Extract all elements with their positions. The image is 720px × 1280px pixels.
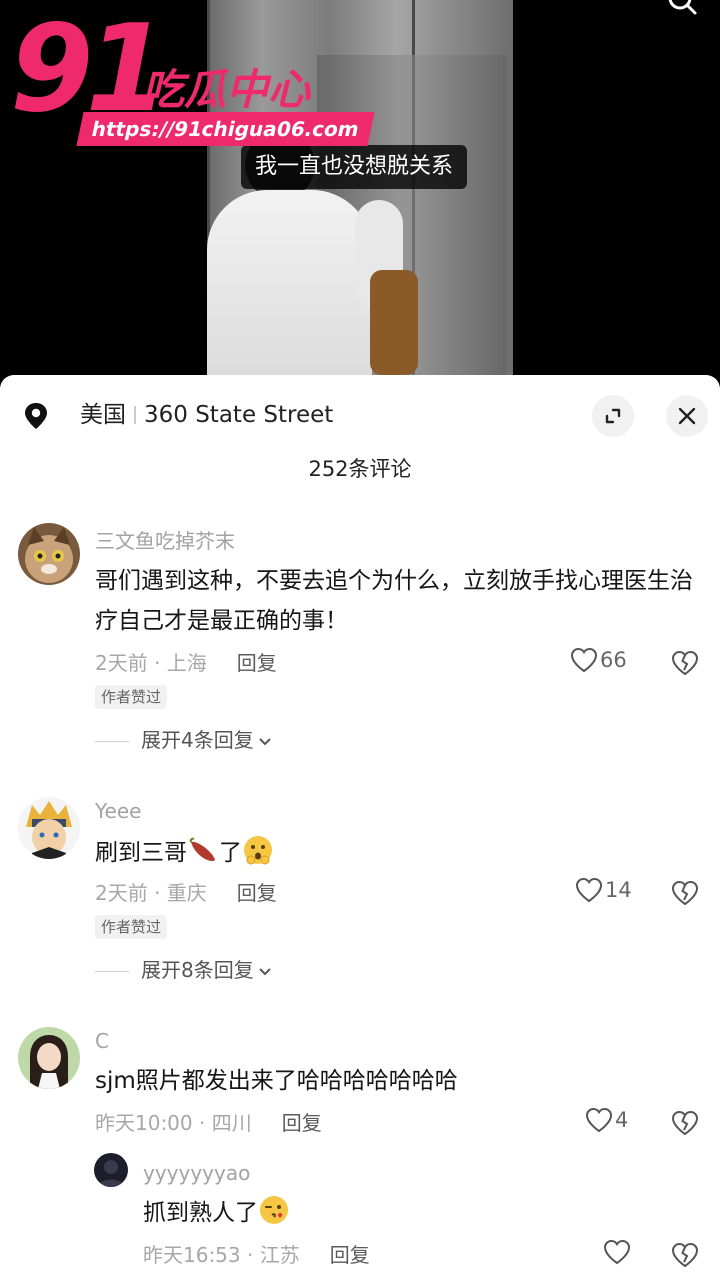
search-icon[interactable]: [668, 0, 698, 18]
anime-avatar-icon: [18, 797, 80, 859]
like-button[interactable]: 66: [570, 647, 627, 679]
comment-text: sjm照片都发出来了哈哈哈哈哈哈哈: [95, 1068, 458, 1094]
kiss-face-emoji-icon: [260, 1196, 288, 1224]
comment-text: 刷到三哥 了: [95, 833, 695, 873]
location-text: 美国 360 State Street: [80, 399, 333, 431]
location-pin-icon: [25, 403, 47, 429]
comment-meta: 2天前 · 上海 回复: [95, 649, 277, 677]
author-liked-tag: 作者赞过: [95, 915, 168, 939]
comment-text-part: 刷到三哥: [95, 840, 187, 866]
expand-button[interactable]: [592, 395, 634, 437]
avatar[interactable]: [18, 797, 80, 859]
close-icon: [678, 407, 696, 425]
comment-time-location: 昨天10:00 · 四川: [95, 1111, 252, 1135]
heart-icon: [585, 1107, 613, 1133]
broken-heart-icon[interactable]: [670, 649, 700, 677]
reply-button[interactable]: 回复: [330, 1243, 370, 1267]
expand-replies-label: 展开4条回复: [141, 728, 254, 752]
reply-text: 抓到熟人了: [143, 1193, 683, 1233]
comments-sheet: 美国 360 State Street 252条评论 三文鱼吃掉芥末 哥们遇到这…: [0, 375, 720, 1280]
broken-heart-icon[interactable]: [670, 1241, 700, 1269]
shy-face-emoji-icon: [244, 836, 272, 865]
reply-button[interactable]: 回复: [237, 651, 277, 675]
like-button[interactable]: 14: [575, 877, 632, 909]
video-subtitle: 我一直也没想脱关系: [241, 145, 468, 189]
sweet-potato-icon: [189, 837, 215, 862]
like-count: 4: [615, 1108, 629, 1132]
comment-time-location: 2天前 · 上海: [95, 651, 207, 675]
dark-avatar-icon: [94, 1153, 128, 1187]
broken-heart-icon[interactable]: [670, 1109, 700, 1137]
comment-username[interactable]: 三文鱼吃掉芥末: [95, 527, 235, 555]
chevron-down-icon: [259, 967, 271, 975]
comment-meta: 昨天10:00 · 四川 回复: [95, 1109, 322, 1137]
watermark-url: https://91chigua06.com: [76, 112, 375, 146]
close-button[interactable]: [666, 395, 708, 437]
reply-meta: 昨天16:53 · 江苏 回复: [143, 1241, 370, 1269]
backpack: [370, 270, 418, 375]
heart-icon: [570, 647, 598, 673]
reply-username[interactable]: yyyyyyyao: [143, 1159, 250, 1187]
comment-text-part: 了: [219, 840, 242, 866]
broken-heart-icon[interactable]: [670, 879, 700, 907]
author-liked-tag: 作者赞过: [95, 685, 168, 709]
girl-avatar-icon: [18, 1027, 80, 1089]
location-row[interactable]: 美国 360 State Street: [0, 395, 720, 437]
reply-button[interactable]: 回复: [282, 1111, 322, 1135]
comment-time-location: 2天前 · 重庆: [95, 881, 207, 905]
expand-replies-label: 展开8条回复: [141, 958, 254, 982]
reply-button[interactable]: 回复: [237, 881, 277, 905]
expand-icon: [605, 408, 621, 424]
location-country: 美国: [80, 402, 126, 428]
heart-icon: [575, 877, 603, 903]
chevron-down-icon: [259, 737, 271, 745]
expand-replies-button[interactable]: 展开8条回复: [95, 955, 272, 985]
reply-time-location: 昨天16:53 · 江苏: [143, 1243, 300, 1267]
expand-divider: [95, 971, 129, 972]
watermark-name: 吃瓜中心: [142, 65, 311, 114]
reply-text-part: 抓到熟人了: [143, 1200, 258, 1226]
like-count: 14: [605, 878, 632, 902]
comments-count: 252条评论: [308, 457, 412, 481]
like-button[interactable]: 4: [585, 1107, 628, 1139]
avatar[interactable]: [18, 523, 80, 585]
video-player[interactable]: 我一直也没想脱关系 91 吃瓜中心 https://91chigua06.com: [0, 0, 720, 375]
location-place: 360 State Street: [144, 402, 334, 428]
avatar[interactable]: [18, 1027, 80, 1089]
comment-username[interactable]: C: [95, 1027, 109, 1055]
like-button[interactable]: [603, 1239, 631, 1271]
location-divider: [134, 406, 136, 424]
expand-divider: [95, 741, 129, 742]
cat-avatar-icon: [18, 523, 80, 585]
person-shirt: [207, 190, 372, 375]
like-count: 66: [600, 648, 627, 672]
heart-icon: [603, 1239, 631, 1265]
expand-replies-button[interactable]: 展开4条回复: [95, 725, 272, 755]
watermark-logo: 91 吃瓜中心 https://91chigua06.com: [10, 10, 375, 146]
comment-text: 哥们遇到这种，不要去追个为什么，立刻放手找心理医生治疗自己才是最正确的事！: [95, 568, 693, 634]
comment-meta: 2天前 · 重庆 回复: [95, 879, 277, 907]
reply-avatar[interactable]: [94, 1153, 128, 1187]
comment-username[interactable]: Yeee: [95, 797, 141, 825]
